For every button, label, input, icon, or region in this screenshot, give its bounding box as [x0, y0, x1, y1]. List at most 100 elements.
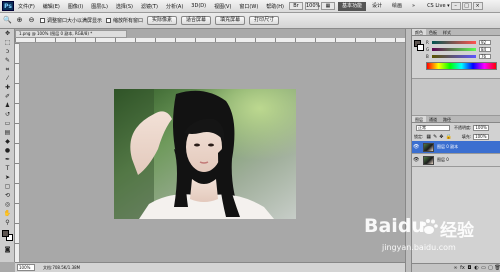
- blend-mode-select[interactable]: 正常: [416, 124, 450, 131]
- gradient-tool-icon[interactable]: ▤: [2, 129, 13, 137]
- 3d-rotate-tool-icon[interactable]: ⟲: [2, 192, 13, 200]
- visibility-eye-icon[interactable]: 👁: [413, 144, 419, 150]
- menu-window[interactable]: 窗口(W): [235, 3, 262, 10]
- menu-edit[interactable]: 编辑(E): [39, 3, 64, 10]
- new-layer-icon[interactable]: ▢: [487, 265, 494, 271]
- history-brush-tool-icon[interactable]: ↺: [2, 111, 13, 119]
- layer-row[interactable]: 👁 图层 0 副本: [412, 141, 500, 154]
- eyedropper-tool-icon[interactable]: ⁄: [2, 75, 13, 83]
- move-tool-icon[interactable]: ✥: [2, 30, 13, 38]
- 3d-orbit-tool-icon[interactable]: ◎: [2, 201, 13, 209]
- zoom-in-icon[interactable]: ⊕: [15, 16, 24, 25]
- workspace-design-button[interactable]: 设计: [368, 2, 386, 11]
- photoshop-window: Ps 文件(F) 编辑(E) 图像(I) 图层(L) 选择(S) 滤镜(T) 分…: [0, 0, 500, 272]
- zoom-tool-icon: 🔍: [3, 16, 12, 24]
- layer-row[interactable]: 👁 图层 0: [412, 154, 500, 167]
- channel-r-label: R: [426, 40, 429, 45]
- lock-position-icon[interactable]: ✥: [439, 134, 443, 140]
- color-spectrum-bar[interactable]: [426, 62, 497, 70]
- clone-stamp-tool-icon[interactable]: ♟: [2, 102, 13, 110]
- channel-r-slider[interactable]: [432, 41, 476, 44]
- lasso-tool-icon[interactable]: ↄ: [2, 48, 13, 56]
- quick-select-tool-icon[interactable]: ✎: [2, 57, 13, 65]
- close-icon[interactable]: ×: [472, 2, 483, 10]
- dodge-tool-icon[interactable]: ●: [2, 147, 13, 155]
- layer-mask-icon[interactable]: ◘: [466, 265, 473, 271]
- fill-screen-button[interactable]: 填充屏幕: [215, 16, 246, 25]
- channel-r-value[interactable]: 92: [479, 40, 491, 45]
- status-zoom-field[interactable]: 100%: [17, 264, 35, 271]
- workspace-painting-button[interactable]: 绘画: [388, 2, 406, 11]
- menu-3d[interactable]: 3D(D): [187, 3, 210, 9]
- brush-tool-icon[interactable]: ✐: [2, 93, 13, 101]
- eraser-tool-icon[interactable]: ▭: [2, 120, 13, 128]
- menu-filter[interactable]: 滤镜(T): [137, 3, 162, 10]
- lock-transparency-icon[interactable]: ▦: [426, 134, 431, 140]
- delete-layer-icon[interactable]: 🗑: [494, 265, 500, 271]
- menu-layer[interactable]: 图层(L): [87, 3, 112, 10]
- quick-mask-icon[interactable]: ◙: [2, 246, 13, 254]
- tab-swatches[interactable]: 色板: [426, 29, 440, 35]
- lock-image-icon[interactable]: ✎: [433, 134, 437, 140]
- healing-brush-tool-icon[interactable]: ✚: [2, 84, 13, 92]
- fit-screen-button[interactable]: 适合屏幕: [181, 16, 212, 25]
- tools-panel: ✥ ⬚ ↄ ✎ ⌗ ⁄ ✚ ✐ ♟ ↺ ▭ ▤ ◆ ● ✒ T ➤ ▢ ⟲ ◎ …: [0, 29, 15, 262]
- hand-tool-icon[interactable]: ✋: [2, 210, 13, 218]
- paw-logo-icon: [422, 219, 438, 234]
- layer-style-icon[interactable]: fx: [459, 265, 466, 271]
- channel-g-label: G: [426, 47, 430, 52]
- crop-tool-icon[interactable]: ⌗: [2, 66, 13, 74]
- channel-b-value[interactable]: 76: [479, 54, 491, 59]
- tab-styles[interactable]: 样式: [440, 29, 454, 35]
- tab-color[interactable]: 颜色: [412, 29, 426, 35]
- zoom-all-windows-checkbox[interactable]: [106, 18, 112, 23]
- channel-b-slider[interactable]: [432, 55, 476, 58]
- workspace-more-button[interactable]: »: [408, 2, 419, 11]
- menu-select[interactable]: 选择(S): [112, 3, 137, 10]
- document-tab[interactable]: 1.png @ 100% (图层 0 副本, RGB/8) *: [15, 30, 127, 38]
- fill-field[interactable]: 100%: [473, 133, 490, 140]
- actual-pixels-button[interactable]: 实际像素: [147, 16, 178, 25]
- blur-tool-icon[interactable]: ◆: [2, 138, 13, 146]
- channel-g-value[interactable]: 84: [479, 47, 491, 52]
- foreground-color-swatch[interactable]: [2, 230, 9, 237]
- adjustment-layer-icon[interactable]: ◐: [473, 265, 480, 271]
- menu-image[interactable]: 图像(I): [64, 3, 87, 10]
- shape-tool-icon[interactable]: ▢: [2, 183, 13, 191]
- tab-channels[interactable]: 通道: [426, 116, 440, 122]
- zoom-level-select[interactable]: 100%: [304, 2, 320, 10]
- menu-analysis[interactable]: 分析(A): [162, 3, 187, 10]
- visibility-eye-icon[interactable]: 👁: [413, 157, 419, 163]
- zoom-out-icon[interactable]: ⊖: [27, 16, 36, 25]
- maximize-icon[interactable]: □: [461, 2, 472, 10]
- arrange-documents-icon[interactable]: ▦: [320, 2, 335, 10]
- panel-background-swatch[interactable]: [417, 44, 424, 51]
- menu-file[interactable]: 文件(F): [14, 3, 39, 10]
- link-layers-icon[interactable]: ∞: [452, 265, 459, 271]
- menu-view[interactable]: 视图(V): [210, 3, 235, 10]
- marquee-tool-icon[interactable]: ⬚: [2, 39, 13, 47]
- type-tool-icon[interactable]: T: [2, 165, 13, 173]
- menu-help[interactable]: 帮助(H): [262, 3, 288, 10]
- lock-fill-row: 锁定: ▦ ✎ ✥ 🔒 填充: 100%: [412, 132, 500, 141]
- opacity-field[interactable]: 100%: [473, 124, 490, 131]
- resize-windows-checkbox[interactable]: [40, 18, 45, 23]
- channel-g-slider[interactable]: [432, 48, 476, 51]
- path-selection-tool-icon[interactable]: ➤: [2, 174, 13, 182]
- cs-live-menu[interactable]: CS Live ▾: [427, 3, 450, 9]
- opacity-label: 不透明度:: [454, 124, 472, 130]
- new-group-icon[interactable]: ▭: [480, 265, 487, 271]
- bridge-icon[interactable]: Br: [288, 2, 303, 10]
- lock-all-icon[interactable]: 🔒: [446, 134, 452, 140]
- menu-bar: Ps 文件(F) 编辑(E) 图像(I) 图层(L) 选择(S) 滤镜(T) 分…: [0, 0, 500, 13]
- watermark-cn: 经验: [440, 221, 474, 241]
- canvas-area[interactable]: [20, 43, 405, 262]
- tab-layers[interactable]: 图层: [412, 116, 426, 122]
- workspace-essentials-button[interactable]: 基本功能: [337, 1, 366, 11]
- zoom-tool-icon[interactable]: ⚲: [2, 219, 13, 227]
- layer-thumbnail: [423, 155, 434, 165]
- pen-tool-icon[interactable]: ✒: [2, 156, 13, 164]
- print-size-button[interactable]: 打印尺寸: [249, 16, 280, 25]
- minimize-icon[interactable]: –: [450, 2, 461, 10]
- tab-paths[interactable]: 路径: [440, 116, 454, 122]
